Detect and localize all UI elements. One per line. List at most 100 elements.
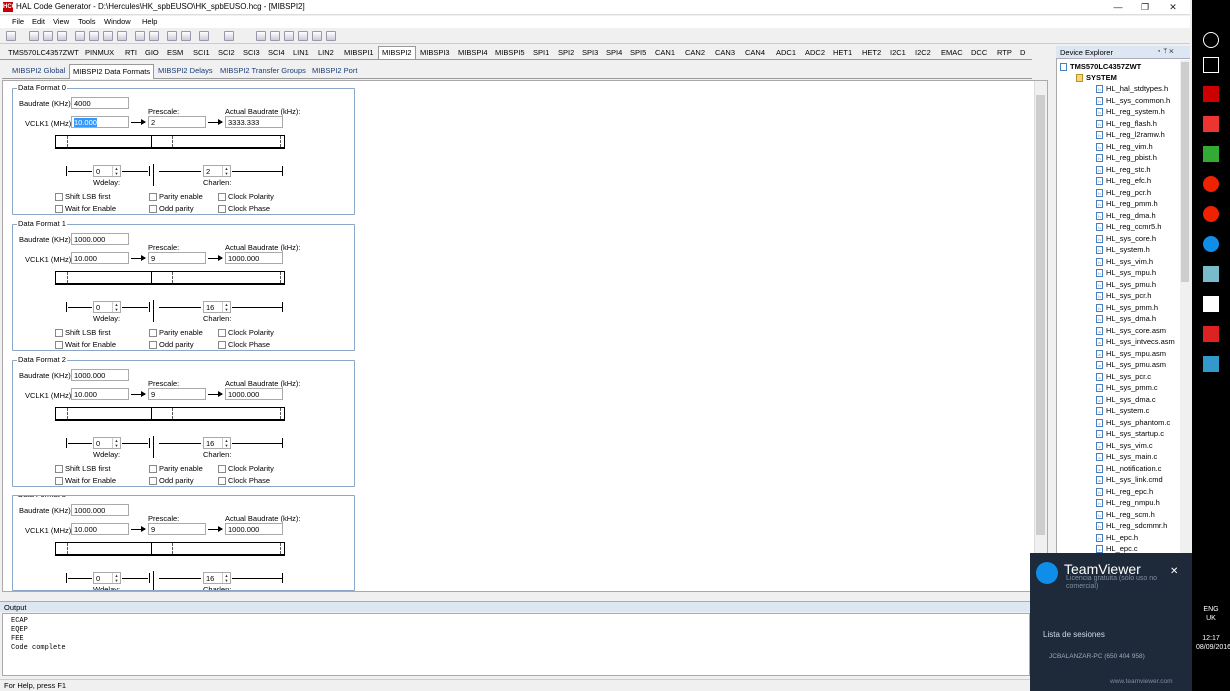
task-view-icon[interactable] — [1203, 57, 1219, 73]
file-item[interactable]: h HL_hal_stdtypes.h — [1096, 84, 1168, 94]
file-item[interactable]: h HL_sys_common.h — [1096, 96, 1170, 105]
list-icon[interactable] — [199, 31, 209, 41]
content-scrollbar-thumb[interactable] — [1036, 95, 1045, 535]
save-icon[interactable] — [43, 31, 53, 41]
file-item[interactable]: a HL_sys_core.asm — [1096, 326, 1166, 335]
vclk-input[interactable]: 10.000 — [71, 523, 129, 535]
tab-emac[interactable]: EMAC — [941, 48, 963, 57]
generate-icon[interactable] — [224, 31, 234, 41]
parity-enable-checkbox[interactable] — [149, 465, 157, 473]
search-icon[interactable] — [1203, 32, 1219, 48]
pdf-app-icon[interactable] — [1203, 116, 1219, 132]
app-icon-3[interactable] — [1203, 296, 1219, 312]
copy-icon[interactable] — [89, 31, 99, 41]
calculator-icon[interactable] — [1203, 356, 1219, 372]
file-item[interactable]: h HL_reg_system.h — [1096, 107, 1165, 117]
tab-sci4[interactable]: SCI4 — [268, 48, 285, 57]
tab-transfer-groups[interactable]: MIBSPI2 Transfer Groups — [220, 66, 306, 75]
tab-mibspi4[interactable]: MIBSPI4 — [458, 48, 488, 57]
file-item[interactable]: h HL_sys_vim.h — [1096, 257, 1153, 266]
minimize-button[interactable]: — — [1105, 1, 1131, 13]
file-item[interactable]: h HL_sys_mpu.h — [1096, 268, 1156, 278]
prescale-input[interactable]: 9 — [148, 388, 206, 400]
file-item[interactable]: h HL_epc.h — [1096, 533, 1138, 542]
open-icon[interactable] — [29, 31, 39, 41]
language-indicator[interactable]: ENG UK — [1196, 605, 1226, 623]
file-item[interactable]: c HL_sys_dma.c — [1096, 395, 1156, 404]
wdelay-spinner[interactable]: 0 ▲ ▼ — [93, 437, 121, 449]
vclk-input[interactable]: 10.000 — [71, 388, 129, 400]
undo-icon[interactable] — [135, 31, 145, 41]
notepad-app-icon[interactable] — [1203, 146, 1219, 162]
baudrate-input[interactable]: 1000.000 — [71, 504, 129, 516]
file-item[interactable]: h HL_reg_ccmr5.h — [1096, 222, 1161, 232]
file-item[interactable]: h HL_reg_scm.h — [1096, 510, 1155, 519]
file-item[interactable]: h HL_sys_dma.h — [1096, 314, 1156, 324]
vclk-input[interactable]: 10.000 — [71, 116, 129, 128]
file-item[interactable]: c HL_sys_phantom.c — [1096, 418, 1170, 427]
hcg-app-icon[interactable] — [1203, 86, 1219, 102]
paste-icon[interactable] — [103, 31, 113, 41]
tab-i2c1[interactable]: I2C1 — [890, 48, 906, 57]
tree-root[interactable]: TMS570LC4357ZWT — [1060, 62, 1141, 72]
tab-sci2[interactable]: SCI2 — [218, 48, 235, 57]
menu-help[interactable]: Help — [142, 17, 157, 26]
vclk-input[interactable]: 10.000 — [71, 252, 129, 264]
clock-polarity-checkbox[interactable] — [218, 329, 226, 337]
replace-icon[interactable] — [181, 31, 191, 41]
wait-enable-checkbox[interactable] — [55, 341, 63, 349]
file-item[interactable]: h HL_reg_efc.h — [1096, 176, 1151, 186]
tab-rtp[interactable]: RTP — [997, 48, 1012, 57]
page3-icon[interactable] — [326, 31, 336, 41]
tab-lin2[interactable]: LIN2 — [318, 48, 334, 57]
redo-icon[interactable] — [149, 31, 159, 41]
tab-port[interactable]: MIBSPI2 Port — [312, 66, 357, 75]
app-icon-4[interactable] — [1203, 326, 1219, 342]
tab-global[interactable]: MIBSPI2 Global — [12, 66, 65, 75]
menu-window[interactable]: Window — [104, 17, 131, 26]
teamviewer-session-list[interactable]: Lista de sesiones — [1043, 630, 1105, 639]
tab-het1[interactable]: HET1 — [833, 48, 852, 57]
tab-pinmux[interactable]: PINMUX — [85, 48, 114, 57]
tab-spi3[interactable]: SPI3 — [582, 48, 598, 57]
opera-icon[interactable] — [1203, 176, 1219, 192]
page-icon[interactable] — [298, 31, 308, 41]
file-item[interactable]: c HL_notification.c — [1096, 464, 1161, 473]
odd-parity-checkbox[interactable] — [149, 477, 157, 485]
shift-lsb-checkbox[interactable] — [55, 193, 63, 201]
tab-spi4[interactable]: SPI4 — [606, 48, 622, 57]
settings-icon[interactable] — [256, 31, 266, 41]
menu-view[interactable]: View — [53, 17, 69, 26]
tab-can3[interactable]: CAN3 — [715, 48, 735, 57]
tab-spi5[interactable]: SPI5 — [630, 48, 646, 57]
clock[interactable]: 12:17 08/09/2016 — [1196, 634, 1230, 652]
menu-edit[interactable]: Edit — [32, 17, 45, 26]
file-item[interactable]: h HL_reg_pcr.h — [1096, 188, 1151, 197]
menu-file[interactable]: File — [12, 17, 24, 26]
tab-data-formats[interactable]: MIBSPI2 Data Formats — [69, 64, 155, 79]
output-log[interactable]: ECAP EQEP FEE Code complete — [2, 613, 1030, 676]
file-item[interactable]: h HL_reg_epc.h — [1096, 487, 1153, 496]
teamviewer-session-item[interactable]: JCBALANZAR-PC (650 404 958) — [1049, 653, 1145, 660]
new-icon[interactable] — [6, 31, 16, 41]
baudrate-input[interactable]: 1000.000 — [71, 369, 129, 381]
maximize-button[interactable]: ❐ — [1132, 1, 1158, 13]
settings2-icon[interactable] — [270, 31, 280, 41]
file-item[interactable]: h HL_reg_dma.h — [1096, 211, 1156, 220]
shift-lsb-checkbox[interactable] — [55, 465, 63, 473]
file-item[interactable]: a HL_sys_pmu.asm — [1096, 360, 1166, 370]
tab-mibspi2[interactable]: MIBSPI2 — [378, 46, 416, 59]
file-item[interactable]: h HL_reg_vim.h — [1096, 142, 1153, 151]
wait-enable-checkbox[interactable] — [55, 205, 63, 213]
odd-parity-checkbox[interactable] — [149, 205, 157, 213]
tab-mibspi1[interactable]: MIBSPI1 — [344, 48, 374, 57]
file-item[interactable]: c HL_sys_vim.c — [1096, 441, 1153, 450]
file-item[interactable]: h HL_sys_pcr.h — [1096, 291, 1151, 301]
file-item[interactable]: h HL_reg_pbist.h — [1096, 153, 1157, 163]
clock-polarity-checkbox[interactable] — [218, 193, 226, 201]
parity-enable-checkbox[interactable] — [149, 329, 157, 337]
prescale-input[interactable]: 9 — [148, 252, 206, 264]
explorer-scrollbar-thumb[interactable] — [1181, 62, 1189, 282]
tab-dcc[interactable]: DCC — [971, 48, 987, 57]
file-item[interactable]: h HL_sys_pmm.h — [1096, 303, 1158, 312]
